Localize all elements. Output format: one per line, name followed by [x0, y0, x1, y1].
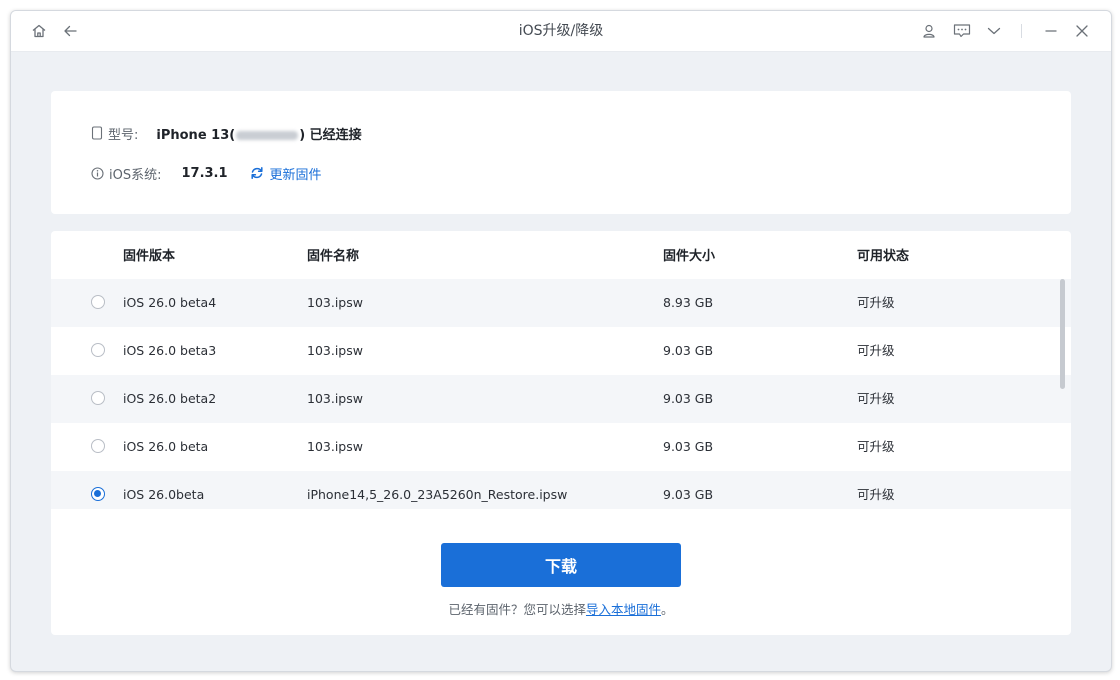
cell-version: iOS 26.0 beta3 [123, 343, 217, 358]
info-icon [91, 166, 104, 180]
cell-size: 9.03 GB [663, 391, 714, 406]
table-row[interactable]: iOS 26.0 beta4 103.ipsw 8.93 GB 可升级 [51, 279, 1071, 327]
model-row: 型号: iPhone 13( ) 已经连接 [91, 123, 362, 143]
cell-size: 9.03 GB [663, 487, 714, 502]
cell-status: 可升级 [857, 295, 895, 310]
cell-version: iOS 26.0 beta4 [123, 295, 217, 310]
cell-status: 可升级 [857, 439, 895, 454]
update-firmware-label: 更新固件 [269, 167, 322, 183]
row-radio[interactable] [91, 295, 105, 309]
refresh-icon [250, 167, 263, 179]
minimize-icon[interactable] [1041, 21, 1061, 41]
chevron-down-icon[interactable] [984, 21, 1004, 41]
window-title: iOS升级/降级 [518, 23, 604, 39]
redacted-model-name [236, 130, 299, 140]
cell-status: 可升级 [857, 343, 895, 358]
cell-size: 9.03 GB [663, 439, 714, 454]
header-size: 固件大小 [663, 249, 716, 264]
cell-name: 103.ipsw [307, 343, 363, 358]
table-row[interactable]: iOS 26.0 beta 103.ipsw 9.03 GB 可升级 [51, 423, 1071, 471]
title-bar: iOS升级/降级 [11, 11, 1111, 52]
firmware-rows: iOS 26.0 beta4 103.ipsw 8.93 GB 可升级 iOS … [51, 279, 1071, 509]
table-row[interactable]: iOS 26.0 beta3 103.ipsw 9.03 GB 可升级 [51, 327, 1071, 375]
ios-label: iOS系统: [109, 167, 162, 183]
cell-size: 9.03 GB [663, 343, 714, 358]
row-radio[interactable] [91, 343, 105, 357]
back-arrow-icon[interactable] [60, 21, 80, 41]
ios-version-value: 17.3.1 [181, 165, 228, 181]
list-scrollbar[interactable] [1060, 279, 1066, 509]
app-window: iOS升级/降级 型号: iPhone 13( ) 已经连接 iOS系统: 17.… [10, 10, 1112, 672]
cell-version: iOS 26.0beta [123, 487, 205, 502]
cell-name: 103.ipsw [307, 295, 363, 310]
ios-label-wrap: iOS系统: [91, 164, 161, 183]
scrollbar-thumb[interactable] [1060, 279, 1065, 389]
cell-name: 103.ipsw [307, 439, 363, 454]
cell-version: iOS 26.0 beta [123, 439, 209, 454]
header-status: 可用状态 [857, 249, 910, 264]
import-note: 已经有固件？您可以选择导入本地固件。 [51, 599, 1071, 618]
cell-status: 可升级 [857, 487, 895, 502]
cell-version: iOS 26.0 beta2 [123, 391, 217, 406]
feedback-icon[interactable] [952, 21, 972, 41]
update-firmware-link[interactable]: 更新固件 [250, 164, 322, 183]
home-icon[interactable] [29, 21, 49, 41]
row-radio[interactable] [91, 439, 105, 453]
import-note-suffix: 。 [661, 602, 674, 617]
row-radio[interactable] [91, 391, 105, 405]
header-version: 固件版本 [123, 249, 176, 264]
ios-row: iOS系统: 17.3.1 更新固件 [91, 163, 322, 183]
cell-size: 8.93 GB [663, 295, 714, 310]
titlebar-divider [1021, 24, 1022, 38]
model-value-suffix: ) 已经连接 [299, 127, 362, 143]
user-icon[interactable] [919, 21, 939, 41]
cell-status: 可升级 [857, 391, 895, 406]
phone-icon [91, 126, 103, 140]
model-label-wrap: 型号: [91, 124, 138, 143]
row-radio-selected[interactable] [91, 487, 105, 501]
model-value-prefix: iPhone 13( [156, 127, 236, 143]
table-header: 固件版本 固件名称 固件大小 可用状态 [51, 231, 1071, 279]
download-button[interactable]: 下载 [441, 543, 681, 587]
import-local-firmware-link[interactable]: 导入本地固件 [586, 602, 661, 617]
firmware-list-card: 固件版本 固件名称 固件大小 可用状态 iOS 26.0 beta4 103.i… [51, 231, 1071, 635]
table-row[interactable]: iOS 26.0beta iPhone14,5_26.0_23A5260n_Re… [51, 471, 1071, 509]
cell-name: 103.ipsw [307, 391, 363, 406]
model-label: 型号: [108, 127, 139, 143]
cell-name: iPhone14,5_26.0_23A5260n_Restore.ipsw [307, 487, 568, 502]
table-row[interactable]: iOS 26.0 beta2 103.ipsw 9.03 GB 可升级 [51, 375, 1071, 423]
header-name: 固件名称 [307, 249, 360, 264]
close-icon[interactable] [1072, 21, 1092, 41]
device-info-card: 型号: iPhone 13( ) 已经连接 iOS系统: 17.3.1 更新固件 [51, 91, 1071, 214]
import-note-prefix: 已经有固件？您可以选择 [448, 602, 586, 617]
model-value: iPhone 13( ) 已经连接 [156, 124, 361, 143]
